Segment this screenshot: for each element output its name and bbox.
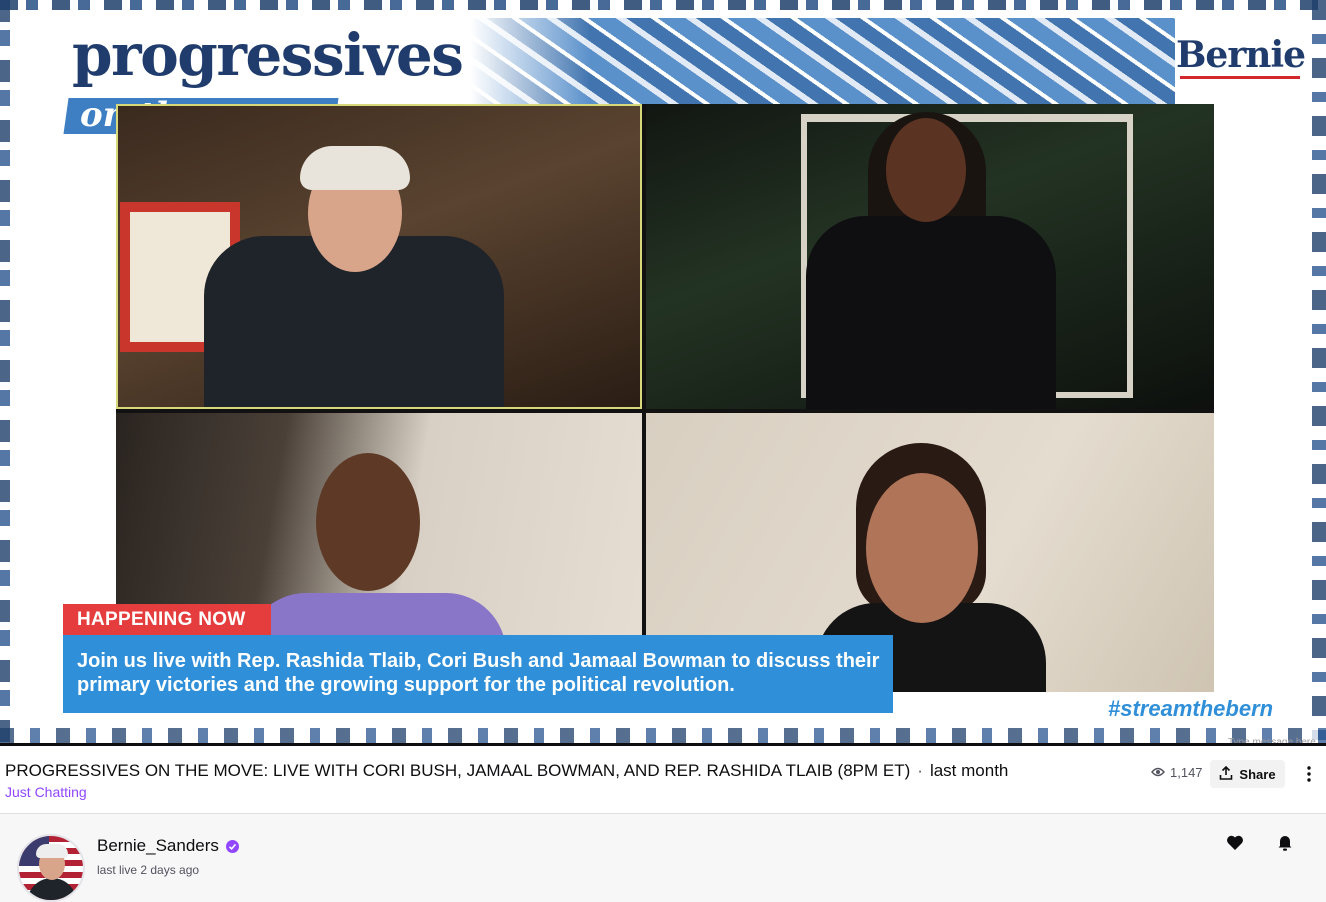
- brush-border-top: [0, 0, 1326, 10]
- eye-icon: [1151, 765, 1165, 780]
- stream-title-text: PROGRESSIVES ON THE MOVE: LIVE WITH CORI…: [5, 761, 911, 780]
- last-live-status: last live 2 days ago: [97, 863, 200, 877]
- video-player[interactable]: progressives on the move Bernie HAPPENIN…: [0, 0, 1326, 746]
- stream-time-ago: last month: [929, 761, 1009, 780]
- stream-title: PROGRESSIVES ON THE MOVE: LIVE WITH CORI…: [5, 761, 1008, 781]
- channel-name[interactable]: Bernie_Sanders: [97, 836, 239, 856]
- view-count: 1,147: [1151, 765, 1203, 780]
- category-link[interactable]: Just Chatting: [5, 784, 87, 800]
- more-options-button[interactable]: [1299, 761, 1319, 789]
- brush-border-left: [0, 0, 10, 746]
- avatar[interactable]: [17, 834, 85, 902]
- share-upload-icon: [1219, 765, 1233, 783]
- stream-info-bar: PROGRESSIVES ON THE MOVE: LIVE WITH CORI…: [0, 747, 1326, 813]
- brand-logo: Bernie: [1176, 34, 1306, 76]
- verified-badge-icon: [225, 839, 239, 853]
- banner-text: Join us live with Rep. Rashida Tlaib, Co…: [77, 650, 880, 696]
- share-button[interactable]: Share: [1210, 760, 1285, 788]
- participant-tile-1: [116, 104, 642, 409]
- notifications-button[interactable]: [1269, 828, 1301, 860]
- more-vertical-icon: [1307, 765, 1311, 785]
- view-count-value: 1,147: [1170, 765, 1203, 780]
- bell-icon: [1277, 834, 1293, 855]
- channel-row: Bernie_Sanders last live 2 days ago: [0, 814, 1326, 902]
- hashtag: #streamthebern: [1108, 696, 1274, 721]
- title-separator: ·: [917, 761, 923, 780]
- happening-now-tag: HAPPENING NOW: [63, 604, 271, 635]
- participant-tile-2: [646, 104, 1214, 409]
- share-label: Share: [1239, 766, 1276, 782]
- lower-third-banner: Join us live with Rep. Rashida Tlaib, Co…: [63, 635, 893, 713]
- brush-border-right: [1312, 0, 1326, 746]
- heart-icon: [1226, 835, 1244, 854]
- headline-main: progressives: [72, 21, 464, 89]
- follow-button[interactable]: [1219, 828, 1251, 860]
- video-call-grid: [116, 104, 1214, 692]
- happening-now-label: HAPPENING NOW: [77, 609, 246, 630]
- channel-name-text: Bernie_Sanders: [97, 836, 219, 855]
